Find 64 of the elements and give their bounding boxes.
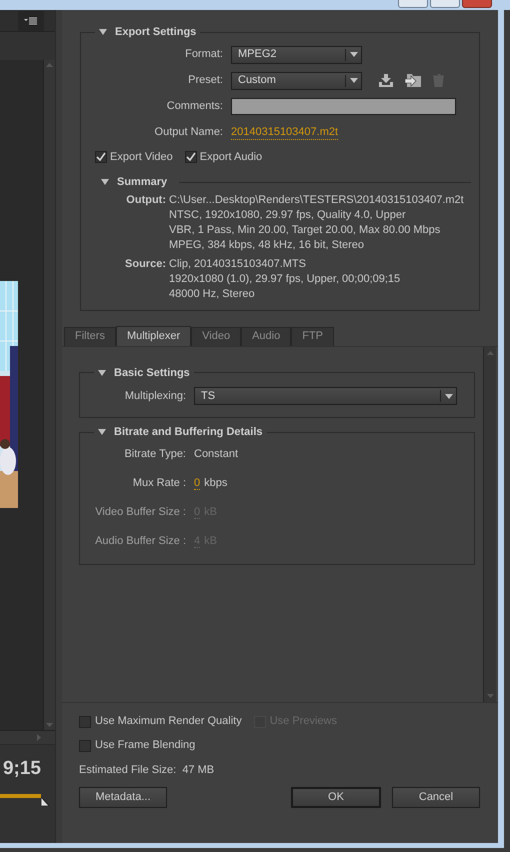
scrollbar[interactable] [483,346,496,702]
scrollbar[interactable] [43,60,55,730]
tab[interactable]: Filters [64,326,116,346]
checkbox-label: Export Video [110,150,173,164]
tab[interactable]: Audio [241,326,292,346]
tab[interactable]: Video [191,326,242,346]
output-name-link[interactable]: 20140315103407.m2t [231,126,338,140]
dialog-button[interactable]: Cancel [392,787,480,808]
dialog-button[interactable]: Metadata... [79,787,167,808]
checkbox[interactable] [79,716,91,728]
playhead-icon [41,797,49,806]
dropdown-arrow-icon [350,78,358,83]
minimize-button[interactable] [398,0,428,8]
checkbox-label: Use Frame Blending [95,738,196,754]
horizontal-scrollbar[interactable] [0,730,55,744]
field-label: Mux Rate : [132,476,187,492]
format-dropdown[interactable]: MPEG2 [231,46,362,64]
preset-dropdown[interactable]: Custom [231,72,362,90]
save-preset-icon [379,74,393,87]
panel-menu-button[interactable] [18,10,44,30]
checkbox[interactable] [79,740,91,752]
dropdown-arrow-icon [350,52,358,57]
tab[interactable]: Multiplexer [116,326,192,346]
menu-icon [24,16,38,24]
import-folder-icon[interactable] [405,74,421,87]
dialog-button[interactable]: OK [291,787,381,808]
field-label: Comments: [166,99,224,114]
trash-icon [433,74,444,87]
summary-line: MPEG, 384 kbps, 48 kHz, 16 bit, Stereo [169,238,366,252]
field-label: Multiplexing: [124,388,187,404]
close-button[interactable] [462,0,492,8]
timecode: 9;15 [2,757,41,782]
checkbox-label: Export Audio [200,150,262,164]
group-title: Basic Settings [114,366,190,380]
checkbox[interactable] [95,150,107,163]
field-label: Video Buffer Size : [94,505,187,520]
maximize-button[interactable] [430,0,460,8]
summary-line: NTSC, 1920x1080, 29.97 fps, Quality 4.0, Upper [169,208,407,222]
summary-line: 48000 Hz, Stereo [169,286,256,302]
dropdown-arrow-icon [444,394,452,398]
estimated-file-size: Estimated File Size: 47 MB [79,762,216,778]
checkbox-label: Use Maximum Render Quality [95,714,242,730]
field-value: Constant [194,447,238,462]
summary-line: 1920x1080 (1.0), 29.97 fps, Upper, 00;00;09;15 [169,272,400,286]
summary-label: Output: [125,192,167,208]
summary-line: Clip, 20140315103407.MTS [169,256,307,272]
group-title: Bitrate and Buffering Details [114,425,263,440]
summary-label: Source: [124,256,167,272]
checkbox[interactable] [184,150,197,163]
field-label: Bitrate Type: [123,447,187,462]
field-label: Output Name: [154,125,224,140]
field-label: Format: [184,47,224,62]
summary-line: VBR, 1 Pass, Min 20.00, Target 20.00, Max 80.00 Mbps [169,222,442,238]
field-label: Audio Buffer Size : [94,534,187,550]
number-field[interactable]: 0 [194,477,200,490]
summary-line: C:\User...Desktop\Renders\TESTERS\20140315103407.m2t [169,192,464,208]
multiplexing-dropdown[interactable]: TS [194,387,457,405]
group-title: Export Settings [115,25,196,40]
tab[interactable]: FTP [291,326,334,346]
field-label: Preset: [187,73,224,88]
in-out-range-bar [0,794,41,798]
section-title: Summary [117,175,168,190]
unit-label: kbps [204,476,228,492]
comments-field[interactable] [231,98,456,115]
